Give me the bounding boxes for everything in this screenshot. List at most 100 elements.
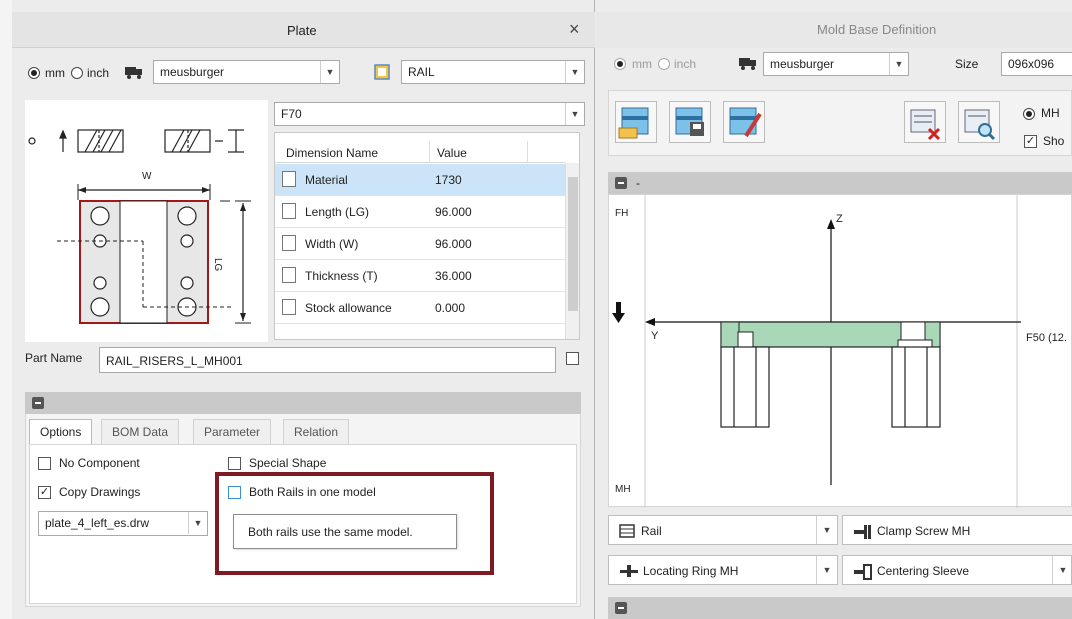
size-input[interactable]: 096x096 [1001, 52, 1072, 76]
supplier-select[interactable]: meusburger ▼ [153, 60, 340, 84]
centering-sleeve-label: Centering Sleeve [877, 564, 970, 578]
table-row[interactable]: Material 1730 [275, 164, 565, 196]
unit-inch-radio[interactable] [71, 67, 83, 79]
row-value: 0.000 [435, 301, 466, 315]
collapse-icon[interactable] [32, 397, 44, 409]
chevron-down-icon: ▼ [320, 61, 339, 83]
collapse-icon[interactable] [615, 602, 627, 614]
plate-type-value: RAIL [408, 65, 435, 79]
chevron-down-icon: ▼ [188, 512, 207, 534]
plate-type-icon [374, 63, 392, 84]
collapse-icon[interactable] [615, 177, 627, 189]
table-row[interactable]: Length (LG) 96.000 [275, 196, 565, 228]
unit-inch-label: inch [87, 66, 110, 80]
close-icon[interactable]: × [569, 19, 580, 40]
mold-unit-inch-label: inch [674, 57, 697, 71]
show-label: Sho [1043, 134, 1065, 148]
mh-radio[interactable] [1023, 108, 1035, 120]
options-panel-header[interactable] [25, 392, 581, 414]
mold-dialog: Mold Base Definition mm inch meusburger … [596, 0, 1072, 619]
section-header[interactable]: - [608, 172, 1072, 194]
delete-component-button[interactable] [904, 101, 946, 143]
copy-drawings-label: Copy Drawings [59, 485, 141, 499]
tab-options[interactable]: Options [29, 419, 93, 445]
part-name-checkbox[interactable] [566, 352, 579, 365]
locating-ring-select[interactable]: Locating Ring MH ▼ [608, 555, 838, 585]
dimension-table: Dimension Name Value Material 1730 Lengt… [274, 132, 580, 340]
y-axis-label: Y [651, 330, 659, 342]
locating-ring-label: Locating Ring MH [643, 564, 739, 578]
mold-supplier-truck-icon [738, 55, 760, 74]
row-name: Material [305, 173, 348, 187]
edit-assembly-button[interactable] [723, 101, 765, 143]
section-label: - [636, 176, 640, 190]
plate-type-select[interactable]: RAIL ▼ [401, 60, 585, 84]
table-row[interactable]: Stock allowance 0.000 [275, 292, 565, 324]
z-axis-label: Z [836, 213, 843, 225]
chevron-down-icon: ▼ [1052, 556, 1072, 584]
save-assembly-button[interactable] [669, 101, 711, 143]
header-divider [429, 141, 430, 163]
length-label: LG [212, 258, 223, 272]
special-shape-label: Special Shape [249, 456, 327, 470]
size-value: 096x096 [1008, 57, 1055, 71]
table-scrollbar[interactable] [565, 163, 579, 339]
tab-relation[interactable]: Relation [283, 419, 350, 444]
left-edge [0, 0, 12, 619]
mh-diagram-label: MH [615, 484, 631, 495]
clamp-screw-label: Clamp Screw MH [877, 524, 971, 538]
mold-titlebar: Mold Base Definition [596, 12, 1072, 48]
header-dimension-name: Dimension Name [286, 146, 379, 160]
row-value: 96.000 [435, 205, 472, 219]
scroll-thumb[interactable] [568, 177, 578, 311]
row-name: Stock allowance [305, 301, 392, 315]
table-header: Dimension Name Value [275, 133, 565, 163]
width-label: W [142, 171, 152, 182]
row-value: 96.000 [435, 237, 472, 251]
unit-mm-radio[interactable] [28, 67, 40, 79]
clamp-screw-select[interactable]: Clamp Screw MH [842, 515, 1072, 545]
dimension-icon [282, 171, 296, 187]
inspect-component-button[interactable] [958, 101, 1000, 143]
part-name-input[interactable]: RAIL_RISERS_L_MH001 [99, 347, 556, 373]
rail-select[interactable]: Rail ▼ [608, 515, 838, 545]
dimension-icon [282, 267, 296, 283]
drawing-file-select[interactable]: plate_4_left_es.drw ▼ [38, 511, 208, 536]
dimension-icon [282, 203, 296, 219]
plate-titlebar: Plate × [12, 12, 595, 48]
plate-dialog: Plate × mm inch meusburger ▼ RAIL ▼ W LG… [0, 0, 595, 619]
plate-variant-select[interactable]: F70 ▼ [274, 102, 585, 126]
mold-supplier-value: meusburger [770, 57, 835, 71]
mold-unit-inch-radio[interactable] [658, 58, 670, 70]
copy-drawings-checkbox[interactable]: ✓ [38, 486, 51, 499]
centering-sleeve-select[interactable]: Centering Sleeve ▼ [842, 555, 1072, 585]
unit-mm-label: mm [45, 66, 65, 80]
mh-label: MH [1041, 106, 1060, 120]
no-component-checkbox[interactable] [38, 457, 51, 470]
mold-unit-mm-radio[interactable] [614, 58, 626, 70]
special-shape-checkbox[interactable] [228, 457, 241, 470]
row-value: 1730 [435, 173, 462, 187]
mold-diagram: FH MH Z Y F50 (12. [608, 194, 1072, 508]
table-row[interactable]: Thickness (T) 36.000 [275, 260, 565, 292]
open-assembly-button[interactable] [615, 101, 657, 143]
plate-callout-label: F50 (12. [1026, 332, 1067, 344]
lower-section-header[interactable] [608, 597, 1072, 619]
size-label: Size [955, 57, 979, 71]
show-checkbox[interactable]: ✓ [1024, 135, 1037, 148]
chevron-down-icon: ▼ [565, 103, 584, 125]
chevron-down-icon: ▼ [565, 61, 584, 83]
mold-unit-mm-label: mm [632, 57, 652, 71]
plate-title: Plate [287, 23, 317, 38]
table-row[interactable]: Width (W) 96.000 [275, 228, 565, 260]
chevron-down-icon: ▼ [889, 53, 908, 75]
tab-parameter[interactable]: Parameter [193, 419, 272, 444]
highlight-frame [215, 472, 494, 575]
locating-ring-icon [619, 564, 638, 578]
mold-title: Mold Base Definition [817, 22, 937, 37]
clamp-screw-icon [853, 524, 871, 539]
part-name-label: Part Name [25, 351, 83, 365]
rail-label: Rail [641, 524, 662, 538]
mold-supplier-select[interactable]: meusburger ▼ [763, 52, 909, 76]
tab-bom-data[interactable]: BOM Data [101, 419, 180, 444]
